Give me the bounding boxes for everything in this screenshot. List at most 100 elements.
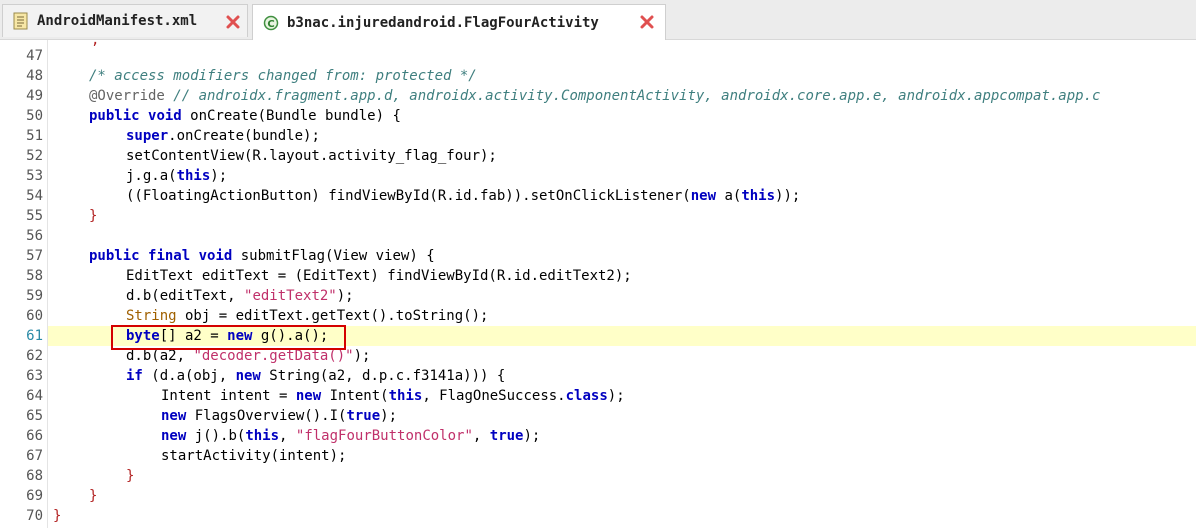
line-number: 47: [26, 48, 43, 64]
code-token: submitFlag(View view) {: [232, 248, 435, 264]
comment-token: /* access modifiers changed from: protec…: [89, 68, 477, 84]
line-number: 55: [26, 208, 43, 224]
keyword-token: new: [235, 368, 261, 384]
code-token: j().b(: [186, 428, 246, 444]
code-text: public void onCreate(Bundle bundle) {: [89, 106, 401, 126]
code-line: 54 ((FloatingActionButton) findViewById(…: [0, 186, 1196, 206]
keyword-token: void: [198, 248, 233, 264]
keyword-token: new: [161, 428, 187, 444]
code-text: }: [126, 468, 135, 484]
line-number: 69: [26, 488, 43, 504]
code-line: 66 new j().b(this, "flagFourButtonColor"…: [0, 426, 1196, 446]
code-line: 50 public void onCreate(Bundle bundle) {: [0, 106, 1196, 126]
code-text: ((FloatingActionButton) findViewById(R.i…: [126, 186, 800, 206]
code-line: 58 EditText editText = (EditText) findVi…: [0, 266, 1196, 286]
line-number: 50: [26, 108, 43, 124]
tab-android-manifest[interactable]: AndroidManifest.xml: [2, 4, 248, 37]
comment-token: // androidx.fragment.app.d, androidx.act…: [164, 88, 1101, 104]
string-token: "decoder.getData()": [193, 348, 354, 364]
code-line: 60 String obj = editText.getText().toStr…: [0, 306, 1196, 326]
code-token: );: [336, 288, 354, 304]
code-line: 65 new FlagsOverview().I(true);: [0, 406, 1196, 426]
code-line: 63 if (d.a(obj, new String(a2, d.p.c.f31…: [0, 366, 1196, 386]
code-token: Intent intent =: [161, 388, 296, 404]
code-line: 68 }: [0, 466, 1196, 486]
code-token: );: [523, 428, 541, 444]
code-text: new FlagsOverview().I(true);: [161, 406, 397, 426]
line-number: 52: [26, 148, 43, 164]
code-text: startActivity(intent);: [161, 448, 347, 464]
keyword-token: this: [388, 388, 423, 404]
code-line: 47: [0, 46, 1196, 66]
keyword-token: this: [176, 168, 211, 184]
close-icon[interactable]: [639, 14, 655, 30]
keyword-token: this: [245, 428, 280, 444]
code-text: super.onCreate(bundle);: [126, 126, 320, 146]
line-number: 59: [26, 288, 43, 304]
code-line: 55 }: [0, 206, 1196, 226]
red-highlight-box: [111, 325, 346, 350]
close-icon[interactable]: [225, 14, 241, 30]
tab-label: b3nac.injuredandroid.FlagFourActivity: [287, 14, 599, 31]
code-token: );: [380, 408, 398, 424]
line-number: 67: [26, 448, 43, 464]
tab-flag-four-activity[interactable]: C b3nac.injuredandroid.FlagFourActivity: [252, 4, 666, 40]
code-token: d.b(a2,: [126, 348, 194, 364]
keyword-token: public: [89, 248, 140, 264]
code-line: 64 Intent intent = new Intent(this, Flag…: [0, 386, 1196, 406]
line-number: 57: [26, 248, 43, 264]
keyword-token: new: [690, 188, 717, 204]
code-token: d.b(editText,: [126, 288, 245, 304]
code-token: j.g.a(: [126, 168, 177, 184]
line-number: 54: [26, 188, 43, 204]
annotation-token: @Override: [89, 88, 165, 104]
code-text: }: [89, 208, 98, 224]
keyword-token: true: [489, 428, 524, 444]
code-token: );: [353, 348, 371, 364]
code-text: String obj = editText.getText().toString…: [126, 306, 488, 326]
code-line: 69 }: [0, 486, 1196, 506]
line-number: 61: [26, 328, 43, 344]
code-text: Intent intent = new Intent(this, FlagOne…: [161, 386, 625, 406]
code-text: d.b(editText, "editText2");: [126, 286, 354, 306]
code-token: .onCreate(bundle);: [168, 128, 320, 144]
xml-file-icon: [13, 12, 28, 30]
line-number: 49: [26, 88, 43, 104]
code-token: obj = editText.getText().toString();: [176, 308, 489, 324]
keyword-token: true: [346, 408, 381, 424]
keyword-token: if: [126, 368, 143, 384]
code-line: 52 setContentView(R.layout.activity_flag…: [0, 146, 1196, 166]
line-number: 62: [26, 348, 43, 364]
line-number: 53: [26, 168, 43, 184]
line-number: 66: [26, 428, 43, 444]
code-text: new j().b(this, "flagFourButtonColor", t…: [161, 426, 540, 446]
string-token: "flagFourButtonColor": [295, 428, 473, 444]
line-number: 65: [26, 408, 43, 424]
java-class-icon: C: [263, 15, 279, 30]
code-token: ,: [472, 428, 490, 444]
code-text: }: [89, 488, 98, 504]
code-token: ));: [775, 188, 801, 204]
code-line: 56: [0, 226, 1196, 246]
keyword-token: super: [126, 128, 169, 144]
code-token: , FlagOneSuccess.: [422, 388, 566, 404]
line-number: 60: [26, 308, 43, 324]
scrolled-brace-fragment: ,: [91, 40, 100, 48]
line-number: 58: [26, 268, 43, 284]
code-text: setContentView(R.layout.activity_flag_fo…: [126, 148, 497, 164]
tab-label: AndroidManifest.xml: [37, 13, 198, 29]
code-text: if (d.a(obj, new String(a2, d.p.c.f3141a…: [126, 366, 505, 386]
code-line: 51 super.onCreate(bundle);: [0, 126, 1196, 146]
code-line: 67 startActivity(intent);: [0, 446, 1196, 466]
code-text: j.g.a(this);: [126, 166, 227, 186]
code-line: 49 @Override // androidx.fragment.app.d,…: [0, 86, 1196, 106]
code-token: a(: [716, 188, 742, 204]
line-number: 64: [26, 388, 43, 404]
line-number: 56: [26, 228, 43, 244]
keyword-token: new: [161, 408, 187, 424]
code-editor[interactable]: , 47 48 /* access modifiers changed from…: [0, 40, 1196, 528]
code-line: 70 }: [0, 506, 1196, 526]
code-token: FlagsOverview().I(: [186, 408, 347, 424]
editor-tab-bar: AndroidManifest.xml C b3nac.injuredandro…: [0, 0, 1196, 40]
code-line: 53 j.g.a(this);: [0, 166, 1196, 186]
